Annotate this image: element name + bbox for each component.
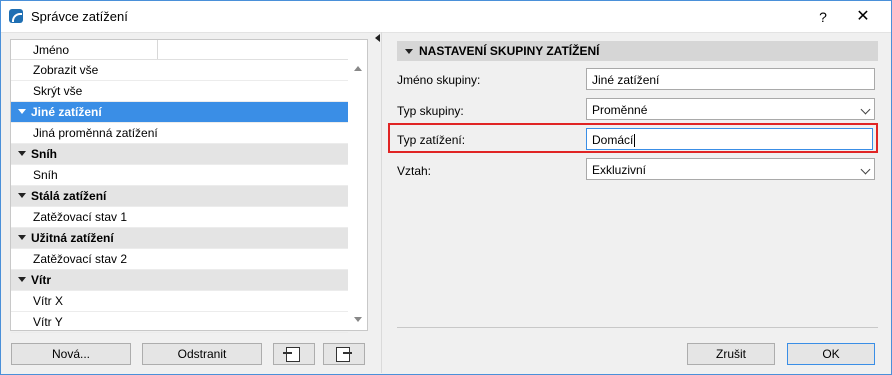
load-type-value: Domácí [592, 133, 634, 147]
app-icon [9, 9, 23, 23]
expand-triangle-icon[interactable] [18, 235, 26, 240]
group-type-value: Proměnné [592, 103, 648, 117]
group-name-label: Jméno skupiny: [397, 73, 481, 87]
relation-label: Vztah: [397, 164, 432, 178]
list-item-label: Vítr X [33, 294, 64, 308]
load-group-list: Jméno Zobrazit vše Skrýt vše Jiné zatížení… [10, 39, 368, 333]
import-icon [283, 347, 300, 362]
list-group-row[interactable]: Vítr [11, 270, 348, 291]
new-button[interactable]: Nová... [11, 343, 131, 365]
cancel-button[interactable]: Zrušit [687, 343, 775, 365]
panel-splitter[interactable] [381, 32, 382, 373]
list-item-label: Jiné zatížení [31, 105, 102, 119]
list-item-label: Zatěžovací stav 1 [33, 210, 128, 224]
group-type-select[interactable]: Proměnné [586, 98, 875, 120]
list-item-label: Stálá zatížení [31, 189, 107, 203]
collapse-panel-icon[interactable] [375, 34, 380, 42]
text-caret [634, 134, 636, 148]
list-group-row[interactable]: Užitná zatížení [11, 228, 348, 249]
list-item-label: Zobrazit vše [33, 63, 99, 77]
load-type-field[interactable]: Domácí [586, 128, 873, 150]
relation-select[interactable]: Exkluzivní [586, 158, 875, 180]
list-item-label: Skrýt vše [33, 84, 83, 98]
close-button[interactable]: ✕ [853, 7, 873, 27]
relation-value: Exkluzivní [592, 163, 647, 177]
list-item-label: Vítr Y [33, 315, 63, 329]
list-item[interactable]: Jiná proměnná zatížení [11, 123, 348, 144]
list-item[interactable]: Vítr X [11, 291, 348, 312]
group-type-label: Typ skupiny: [397, 104, 464, 118]
load-type-label: Typ zatížení: [397, 133, 466, 147]
export-button[interactable] [323, 343, 365, 365]
window-title: Správce zatížení [31, 9, 128, 24]
expand-triangle-icon[interactable] [18, 151, 26, 156]
expand-triangle-icon[interactable] [18, 109, 26, 114]
list-scrollbar[interactable] [351, 60, 365, 328]
list-item[interactable]: Skrýt vše [11, 81, 348, 102]
scroll-up-icon[interactable] [354, 66, 362, 71]
column-header-name[interactable]: Jméno [33, 43, 69, 57]
expand-triangle-icon[interactable] [18, 193, 26, 198]
ok-button[interactable]: OK [787, 343, 875, 365]
import-button[interactable] [273, 343, 315, 365]
section-header[interactable]: NASTAVENÍ SKUPINY ZATÍŽENÍ [397, 41, 878, 61]
list-item-label: Sníh [33, 168, 58, 182]
list-item[interactable]: Zatěžovací stav 1 [11, 207, 348, 228]
list-item[interactable]: Zobrazit vše [11, 60, 348, 81]
group-name-field[interactable]: Jiné zatížení [586, 68, 875, 90]
list-rows: Zobrazit vše Skrýt vše Jiné zatížení Jiná p… [11, 60, 348, 333]
list-item[interactable]: Zatěžovací stav 2 [11, 249, 348, 270]
delete-button[interactable]: Odstranit [142, 343, 262, 365]
list-item-label: Jiná proměnná zatížení [33, 126, 158, 140]
section-title: NASTAVENÍ SKUPINY ZATÍŽENÍ [419, 44, 600, 58]
help-button[interactable]: ? [813, 7, 833, 27]
column-separator[interactable] [157, 40, 158, 59]
list-group-row[interactable]: Stálá zatížení [11, 186, 348, 207]
scroll-down-icon[interactable] [354, 317, 362, 322]
list-item-label: Užitná zatížení [31, 231, 114, 245]
export-icon [336, 347, 352, 362]
list-group-row[interactable]: Jiné zatížení [11, 102, 348, 123]
list-item[interactable]: Vítr Y [11, 312, 348, 333]
list-group-row[interactable]: Sníh [11, 144, 348, 165]
list-item-label: Zatěžovací stav 2 [33, 252, 128, 266]
chevron-down-icon [860, 164, 871, 175]
title-bar: Správce zatížení ? ✕ [1, 1, 891, 33]
bottom-divider [397, 327, 878, 328]
chevron-down-icon [860, 104, 871, 115]
list-item[interactable]: Sníh [11, 165, 348, 186]
expand-triangle-icon[interactable] [18, 277, 26, 282]
list-item-label: Sníh [31, 147, 57, 161]
list-header: Jméno [11, 40, 348, 60]
list-item-label: Vítr [31, 273, 52, 287]
collapse-triangle-icon [405, 49, 413, 55]
